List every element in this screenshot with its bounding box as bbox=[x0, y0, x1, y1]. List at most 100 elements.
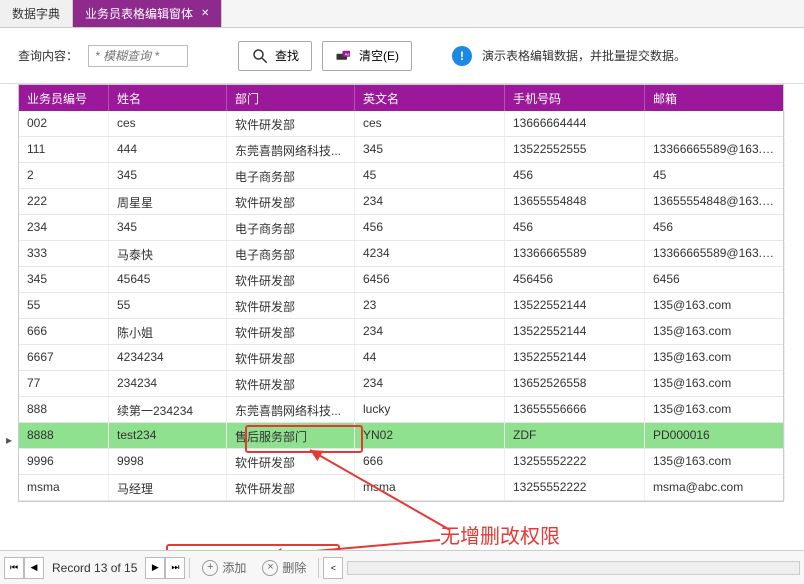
table-row[interactable]: 333马泰快电子商务部42341336666558913366665589@16… bbox=[19, 241, 783, 267]
cell-name[interactable]: 9998 bbox=[109, 449, 227, 474]
cell-id[interactable]: msma bbox=[19, 475, 109, 500]
table-row[interactable]: 8888test234售后服务部门YN02ZDFPD000016 bbox=[19, 423, 783, 449]
cell-id[interactable]: 55 bbox=[19, 293, 109, 318]
cell-name[interactable]: test234 bbox=[109, 423, 227, 448]
cell-mail[interactable]: 135@163.com bbox=[645, 371, 785, 396]
nav-last-button[interactable]: ⏭ bbox=[165, 557, 185, 579]
cell-id[interactable]: 77 bbox=[19, 371, 109, 396]
cell-phone[interactable]: 13522552144 bbox=[505, 345, 645, 370]
cell-dept[interactable]: 软件研发部 bbox=[227, 267, 355, 292]
nav-prev-button[interactable]: ◀ bbox=[24, 557, 44, 579]
cell-name[interactable]: 345 bbox=[109, 215, 227, 240]
col-header-id[interactable]: 业务员编号 bbox=[19, 85, 109, 111]
cell-name[interactable]: 续第一234234 bbox=[109, 397, 227, 422]
cell-phone[interactable]: 13255552222 bbox=[505, 449, 645, 474]
cell-id[interactable]: 002 bbox=[19, 111, 109, 136]
cell-en[interactable]: 456 bbox=[355, 215, 505, 240]
cell-dept[interactable]: 电子商务部 bbox=[227, 215, 355, 240]
cell-mail[interactable]: 45 bbox=[645, 163, 785, 188]
cell-dept[interactable]: 软件研发部 bbox=[227, 449, 355, 474]
cell-id[interactable]: 888 bbox=[19, 397, 109, 422]
cell-mail[interactable]: 135@163.com bbox=[645, 319, 785, 344]
cell-phone[interactable]: 13655554848 bbox=[505, 189, 645, 214]
search-input[interactable] bbox=[88, 45, 188, 67]
cell-dept[interactable]: 软件研发部 bbox=[227, 319, 355, 344]
cell-name[interactable]: 马泰快 bbox=[109, 241, 227, 266]
search-button[interactable]: 查找 bbox=[238, 41, 312, 71]
cell-en[interactable]: 45 bbox=[355, 163, 505, 188]
cell-phone[interactable]: 13666664444 bbox=[505, 111, 645, 136]
cell-mail[interactable]: PD000016 bbox=[645, 423, 785, 448]
cell-mail[interactable]: 135@163.com bbox=[645, 449, 785, 474]
table-row[interactable]: 2345电子商务部4545645 bbox=[19, 163, 783, 189]
cell-id[interactable]: 6667 bbox=[19, 345, 109, 370]
cell-en[interactable]: 23 bbox=[355, 293, 505, 318]
cell-dept[interactable]: 软件研发部 bbox=[227, 293, 355, 318]
cell-dept[interactable]: 电子商务部 bbox=[227, 241, 355, 266]
cell-phone[interactable]: 13522552555 bbox=[505, 137, 645, 162]
table-row[interactable]: 66674234234软件研发部4413522552144135@163.com bbox=[19, 345, 783, 371]
cell-en[interactable]: 234 bbox=[355, 319, 505, 344]
cell-en[interactable]: 234 bbox=[355, 371, 505, 396]
table-row[interactable]: 5555软件研发部2313522552144135@163.com bbox=[19, 293, 783, 319]
cell-dept[interactable]: 售后服务部门 bbox=[227, 423, 355, 448]
cell-mail[interactable]: 13655554848@163.com bbox=[645, 189, 785, 214]
table-row[interactable]: 34545645软件研发部64564564566456 bbox=[19, 267, 783, 293]
cell-en[interactable]: 234 bbox=[355, 189, 505, 214]
table-row[interactable]: 111444东莞喜鹊网络科技...34513522552555133666655… bbox=[19, 137, 783, 163]
table-row[interactable]: 99969998软件研发部66613255552222135@163.com bbox=[19, 449, 783, 475]
scroll-track[interactable] bbox=[347, 561, 800, 575]
cell-name[interactable]: 4234234 bbox=[109, 345, 227, 370]
cell-en[interactable]: 44 bbox=[355, 345, 505, 370]
cell-phone[interactable]: 13655556666 bbox=[505, 397, 645, 422]
cell-dept[interactable]: 电子商务部 bbox=[227, 163, 355, 188]
cell-name[interactable]: 马经理 bbox=[109, 475, 227, 500]
tab-salesperson-edit[interactable]: 业务员表格编辑窗体 ✕ bbox=[73, 0, 222, 27]
cell-name[interactable]: 周星星 bbox=[109, 189, 227, 214]
cell-dept[interactable]: 软件研发部 bbox=[227, 371, 355, 396]
collapse-button[interactable]: < bbox=[323, 557, 343, 579]
col-header-phone[interactable]: 手机号码 bbox=[505, 85, 645, 111]
table-row[interactable]: msma马经理软件研发部msma13255552222msma@abc.com bbox=[19, 475, 783, 501]
nav-next-button[interactable]: ▶ bbox=[145, 557, 165, 579]
clear-button[interactable]: Aa 清空(E) bbox=[322, 41, 412, 71]
delete-button[interactable]: × 删除 bbox=[254, 556, 314, 579]
cell-dept[interactable]: 东莞喜鹊网络科技... bbox=[227, 137, 355, 162]
cell-en[interactable]: lucky bbox=[355, 397, 505, 422]
cell-name[interactable]: 444 bbox=[109, 137, 227, 162]
cell-id[interactable]: 2 bbox=[19, 163, 109, 188]
cell-mail[interactable]: 135@163.com bbox=[645, 397, 785, 422]
cell-phone[interactable]: 13522552144 bbox=[505, 293, 645, 318]
table-row[interactable]: 002ces软件研发部ces13666664444 bbox=[19, 111, 783, 137]
cell-mail[interactable]: 13366665589@163.com bbox=[645, 241, 785, 266]
cell-mail[interactable] bbox=[645, 111, 785, 136]
cell-en[interactable]: 345 bbox=[355, 137, 505, 162]
cell-mail[interactable]: 13366665589@163.com bbox=[645, 137, 785, 162]
cell-dept[interactable]: 东莞喜鹊网络科技... bbox=[227, 397, 355, 422]
cell-phone[interactable]: 456 bbox=[505, 163, 645, 188]
cell-phone[interactable]: 456456 bbox=[505, 267, 645, 292]
add-button[interactable]: + 添加 bbox=[194, 556, 254, 579]
cell-dept[interactable]: 软件研发部 bbox=[227, 189, 355, 214]
cell-id[interactable]: 9996 bbox=[19, 449, 109, 474]
cell-en[interactable]: 666 bbox=[355, 449, 505, 474]
cell-name[interactable]: ces bbox=[109, 111, 227, 136]
cell-id[interactable]: 333 bbox=[19, 241, 109, 266]
cell-dept[interactable]: 软件研发部 bbox=[227, 345, 355, 370]
cell-phone[interactable]: 13255552222 bbox=[505, 475, 645, 500]
col-header-en[interactable]: 英文名 bbox=[355, 85, 505, 111]
cell-name[interactable]: 陈小姐 bbox=[109, 319, 227, 344]
col-header-dept[interactable]: 部门 bbox=[227, 85, 355, 111]
cell-phone[interactable]: 13366665589 bbox=[505, 241, 645, 266]
cell-en[interactable]: ces bbox=[355, 111, 505, 136]
table-row[interactable]: 234345电子商务部456456456 bbox=[19, 215, 783, 241]
cell-mail[interactable]: 6456 bbox=[645, 267, 785, 292]
cell-phone[interactable]: 13652526558 bbox=[505, 371, 645, 396]
table-row[interactable]: 888续第一234234东莞喜鹊网络科技...lucky136555566661… bbox=[19, 397, 783, 423]
cell-name[interactable]: 45645 bbox=[109, 267, 227, 292]
cell-mail[interactable]: 135@163.com bbox=[645, 293, 785, 318]
cell-name[interactable]: 345 bbox=[109, 163, 227, 188]
cell-mail[interactable]: 135@163.com bbox=[645, 345, 785, 370]
table-row[interactable]: 77234234软件研发部23413652526558135@163.com bbox=[19, 371, 783, 397]
col-header-name[interactable]: 姓名 bbox=[109, 85, 227, 111]
